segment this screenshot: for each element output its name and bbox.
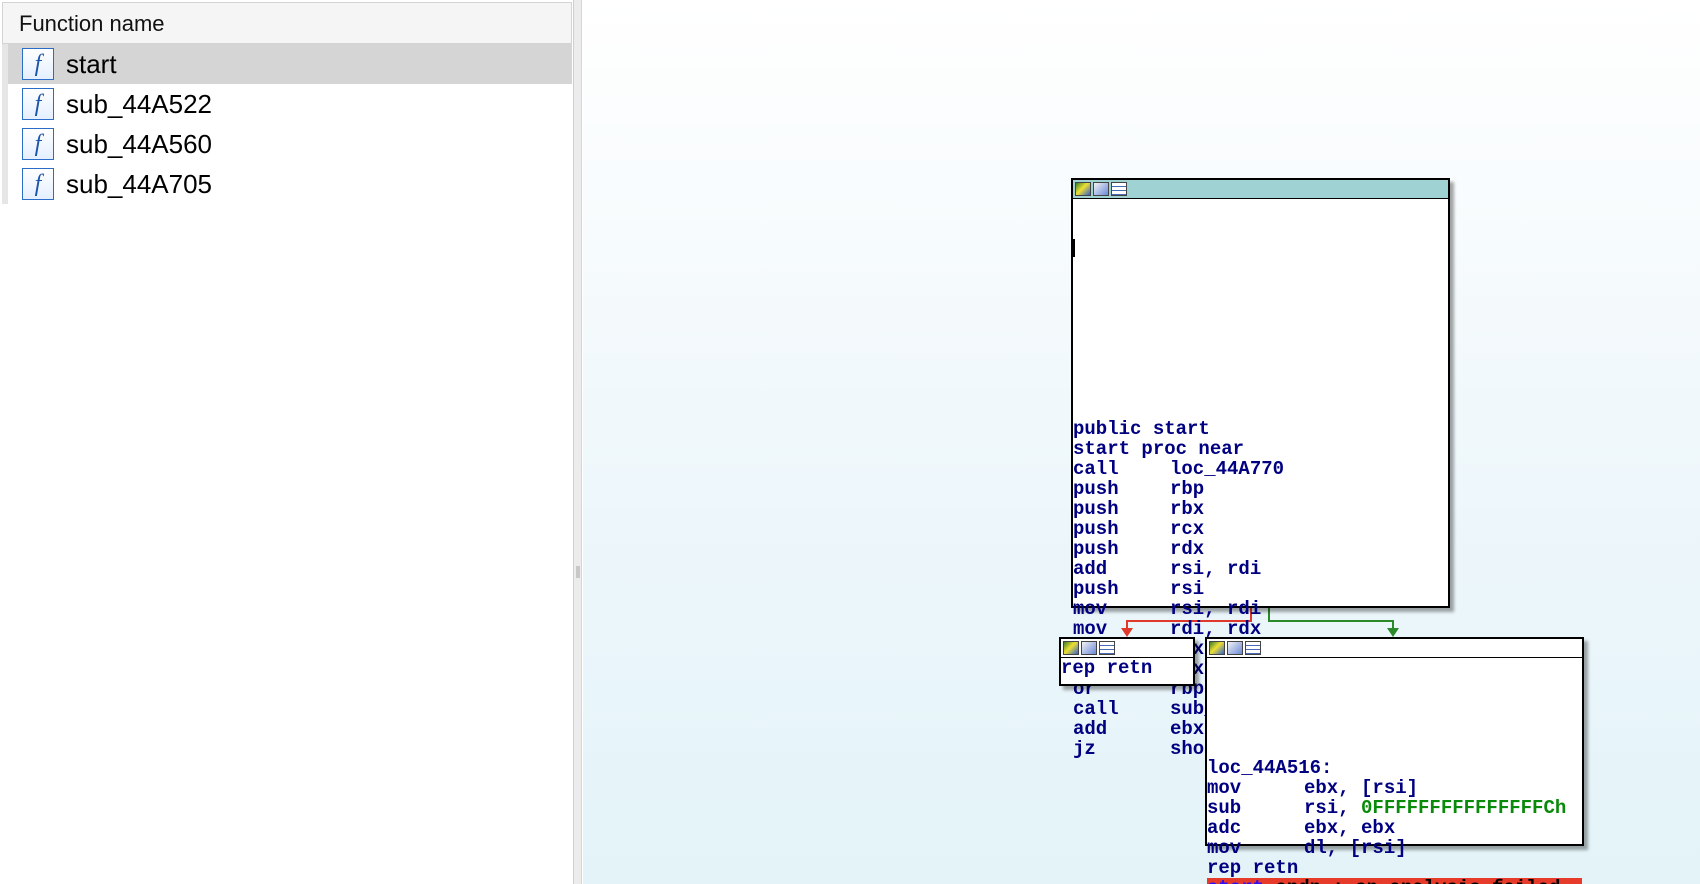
asm-number: 0FFFFFFFFFFFFFFFCh	[1361, 797, 1567, 819]
asm-operands: rsi, rdi	[1170, 598, 1262, 620]
asm-operands: rsi,	[1304, 797, 1362, 819]
asm-line: rep retn	[1207, 858, 1582, 878]
asm-line: rep retn	[1061, 658, 1193, 678]
asm-operands: rbx	[1170, 498, 1205, 520]
column-header-function-name[interactable]: Function name	[2, 2, 572, 44]
block-color-icon[interactable]	[1209, 641, 1225, 655]
asm-line: sub rsi, 0FFFFFFFFFFFFFFFCh	[1207, 798, 1582, 818]
block-rename-icon[interactable]	[1227, 641, 1243, 655]
block-titlebar	[1207, 639, 1582, 658]
block-collapse-icon[interactable]	[1111, 182, 1127, 196]
asm-line: add rsi, rdi	[1073, 559, 1448, 579]
asm-line: push rcx	[1073, 519, 1448, 539]
asm-mnemonic: push	[1073, 478, 1119, 500]
function-list: f start f sub_44A522 f sub_44A560 f sub_…	[2, 44, 572, 204]
function-icon: f	[22, 48, 54, 80]
block-color-icon[interactable]	[1075, 182, 1091, 196]
asm-operands: rsi, rdi	[1170, 558, 1262, 580]
asm-operands: rdx	[1170, 538, 1205, 560]
function-name-label: sub_44A705	[66, 168, 213, 199]
asm-operands: loc_44A770	[1170, 458, 1285, 480]
asm-mnemonic: sub	[1207, 797, 1242, 819]
function-icon: f	[22, 88, 54, 120]
asm-line: adc ebx, ebx	[1207, 818, 1582, 838]
block-code[interactable]: loc_44A516: mov ebx, [rsi] sub rsi, 0FFFFFFF…	[1207, 658, 1582, 884]
asm-comment: endp ; sp-analysis failed	[1264, 877, 1560, 884]
block-titlebar	[1073, 180, 1448, 199]
asm-mnemonic: call	[1073, 458, 1119, 480]
functions-window: Function name f start f sub_44A522 f sub…	[0, 0, 574, 884]
function-icon: f	[22, 168, 54, 200]
block-collapse-icon[interactable]	[1245, 641, 1261, 655]
asm-operands: rcx	[1170, 518, 1205, 540]
asm-line: push rdx	[1073, 539, 1448, 559]
asm-operands: rsi	[1170, 578, 1205, 600]
asm-operands: ebx, ebx	[1304, 817, 1396, 839]
function-row-sub-44a705[interactable]: f sub_44A705	[2, 164, 572, 204]
asm-line: push rsi	[1073, 579, 1448, 599]
asm-mnemonic: push	[1073, 498, 1119, 520]
asm-line: mov dl, [rsi]	[1207, 838, 1582, 858]
asm-line: call loc_44A770	[1073, 459, 1448, 479]
asm-mnemonic: mov	[1207, 777, 1242, 799]
block-titlebar	[1061, 639, 1193, 658]
asm-mnemonic: push	[1073, 518, 1119, 540]
asm-line: mov ebx, [rsi]	[1207, 778, 1582, 798]
asm-keyword: start	[1207, 877, 1264, 884]
sp-analysis-failed-line: start endp ; sp-analysis failed	[1207, 878, 1582, 884]
asm-mnemonic: jz	[1073, 738, 1096, 760]
asm-line: loc_44A516:	[1207, 758, 1582, 778]
function-row-start[interactable]: f start	[2, 44, 572, 84]
code-block-entry[interactable]: public start start proc near call loc_44A77…	[1071, 178, 1450, 759]
block-color-icon[interactable]	[1063, 641, 1079, 655]
block-collapse-icon[interactable]	[1099, 641, 1115, 655]
asm-line: mov rdi, rdx	[1073, 619, 1448, 639]
text-caret	[1073, 239, 1075, 257]
function-name-label: start	[66, 48, 117, 79]
function-icon: f	[22, 128, 54, 160]
asm-mnemonic: adc	[1207, 817, 1242, 839]
block-rename-icon[interactable]	[1081, 641, 1097, 655]
block-rename-icon[interactable]	[1093, 182, 1109, 196]
asm-operands: rbp	[1170, 478, 1205, 500]
splitter-grip[interactable]	[576, 566, 580, 578]
asm-mnemonic: push	[1073, 538, 1119, 560]
asm-mnemonic: mov	[1207, 837, 1242, 859]
block-code[interactable]: rep retn	[1061, 658, 1193, 678]
asm-mnemonic: call	[1073, 698, 1119, 720]
function-name-label: sub_44A560	[66, 128, 213, 159]
panel-splitter[interactable]	[574, 0, 582, 884]
asm-mnemonic: add	[1073, 558, 1108, 580]
asm-text: public start	[1073, 418, 1210, 440]
code-block-rep-retn[interactable]: rep retn	[1059, 637, 1195, 686]
asm-mnemonic: add	[1073, 718, 1108, 740]
asm-text: rep retn	[1061, 657, 1153, 679]
function-row-sub-44a522[interactable]: f sub_44A522	[2, 84, 572, 124]
asm-operands: dl, [rsi]	[1304, 837, 1407, 859]
asm-line: push rbx	[1073, 499, 1448, 519]
asm-text: loc_44A516:	[1207, 757, 1333, 779]
graph-view[interactable]: public start start proc near call loc_44A77…	[583, 0, 1700, 884]
asm-line: mov rsi, rdi	[1073, 599, 1448, 619]
asm-mnemonic: mov	[1073, 598, 1108, 620]
asm-line: public start	[1073, 419, 1448, 439]
code-block-loc-44a516[interactable]: loc_44A516: mov ebx, [rsi] sub rsi, 0FFFFFFF…	[1205, 637, 1584, 884]
asm-line: start proc near	[1073, 439, 1448, 459]
function-row-sub-44a560[interactable]: f sub_44A560	[2, 124, 572, 164]
asm-mnemonic: mov	[1073, 618, 1108, 640]
asm-mnemonic: push	[1073, 578, 1119, 600]
function-name-label: sub_44A522	[66, 88, 213, 119]
asm-text: rep retn	[1207, 857, 1299, 879]
asm-line: push rbp	[1073, 479, 1448, 499]
asm-operands: ebx, [rsi]	[1304, 777, 1419, 799]
asm-text: start proc near	[1073, 438, 1245, 460]
cursor-line	[1073, 239, 1448, 259]
